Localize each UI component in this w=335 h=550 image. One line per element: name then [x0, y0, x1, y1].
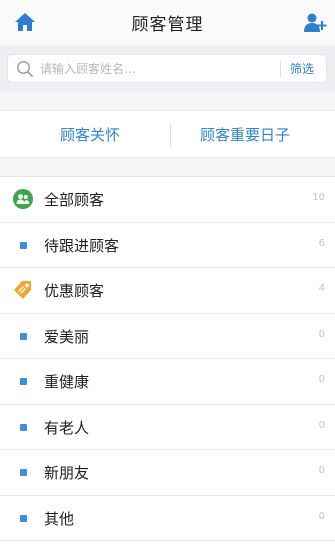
- list-item-health-focused[interactable]: 重健康 0: [0, 359, 335, 405]
- add-user-icon[interactable]: [303, 12, 327, 34]
- tab-customer-care[interactable]: 顾客关怀: [60, 124, 120, 145]
- search-box: 筛选: [7, 54, 327, 83]
- list-item-count: 0: [318, 510, 325, 522]
- list-item-label: 待跟进顾客: [44, 236, 120, 255]
- list-item-count: 4: [318, 283, 325, 294]
- list-item-label: 爱美丽: [44, 327, 90, 346]
- bullet-icon: [20, 332, 27, 340]
- list-item-label: 重健康: [44, 373, 90, 391]
- bullet-icon: [20, 241, 27, 249]
- bullet-icon: [20, 469, 27, 476]
- page-title: 顾客管理: [131, 15, 204, 35]
- tab-important-dates[interactable]: 顾客重要日子: [200, 124, 290, 145]
- top-bar: 顾客管理: [0, 0, 335, 44]
- search-bar: 筛选: [0, 46, 335, 92]
- list-item-count: 0: [318, 374, 325, 385]
- list-item-discount-customers[interactable]: 优惠顾客 4: [0, 268, 335, 314]
- list-item-love-beauty[interactable]: 爱美丽 0: [0, 313, 335, 359]
- list-item-other[interactable]: 其他 0: [0, 495, 335, 541]
- list-item-count: 0: [318, 465, 325, 476]
- list-item-count: 0: [318, 328, 325, 340]
- list-item-label: 优惠顾客: [44, 282, 105, 300]
- list-item-count: 10: [312, 192, 325, 203]
- bullet-icon: [20, 423, 27, 431]
- search-input[interactable]: [40, 55, 260, 82]
- customers-icon: [13, 189, 33, 209]
- list-item-label: 新朋友: [44, 464, 90, 482]
- filter-button[interactable]: 筛选: [290, 60, 314, 77]
- list-item-all-customers[interactable]: 全部顾客 10: [0, 177, 335, 223]
- list-item-label: 有老人: [44, 418, 90, 437]
- bullet-icon: [20, 514, 27, 522]
- list-item-pending-followup[interactable]: 待跟进顾客 6: [0, 222, 335, 268]
- bullet-icon: [20, 378, 27, 385]
- customer-management-screen: 顾客管理 筛选 顾客关怀 顾客重要日子: [0, 0, 335, 550]
- search-icon: [16, 60, 33, 77]
- list-item-label: 其他: [44, 509, 75, 528]
- list-item-has-elderly[interactable]: 有老人 0: [0, 404, 335, 450]
- segment-tabs: 顾客关怀 顾客重要日子: [0, 110, 335, 158]
- list-item-count: 0: [318, 419, 325, 431]
- discount-tag-icon: [14, 281, 31, 299]
- search-divider: [280, 61, 281, 77]
- customer-group-list: 全部顾客 10 待跟进顾客 6 优惠顾客 4 爱美丽 0 重健康 0 有老人 0…: [0, 176, 335, 550]
- list-item-new-friends[interactable]: 新朋友 0: [0, 450, 335, 496]
- list-item-count: 6: [318, 237, 325, 249]
- tab-divider: [170, 123, 171, 147]
- list-item-label: 全部顾客: [44, 191, 105, 209]
